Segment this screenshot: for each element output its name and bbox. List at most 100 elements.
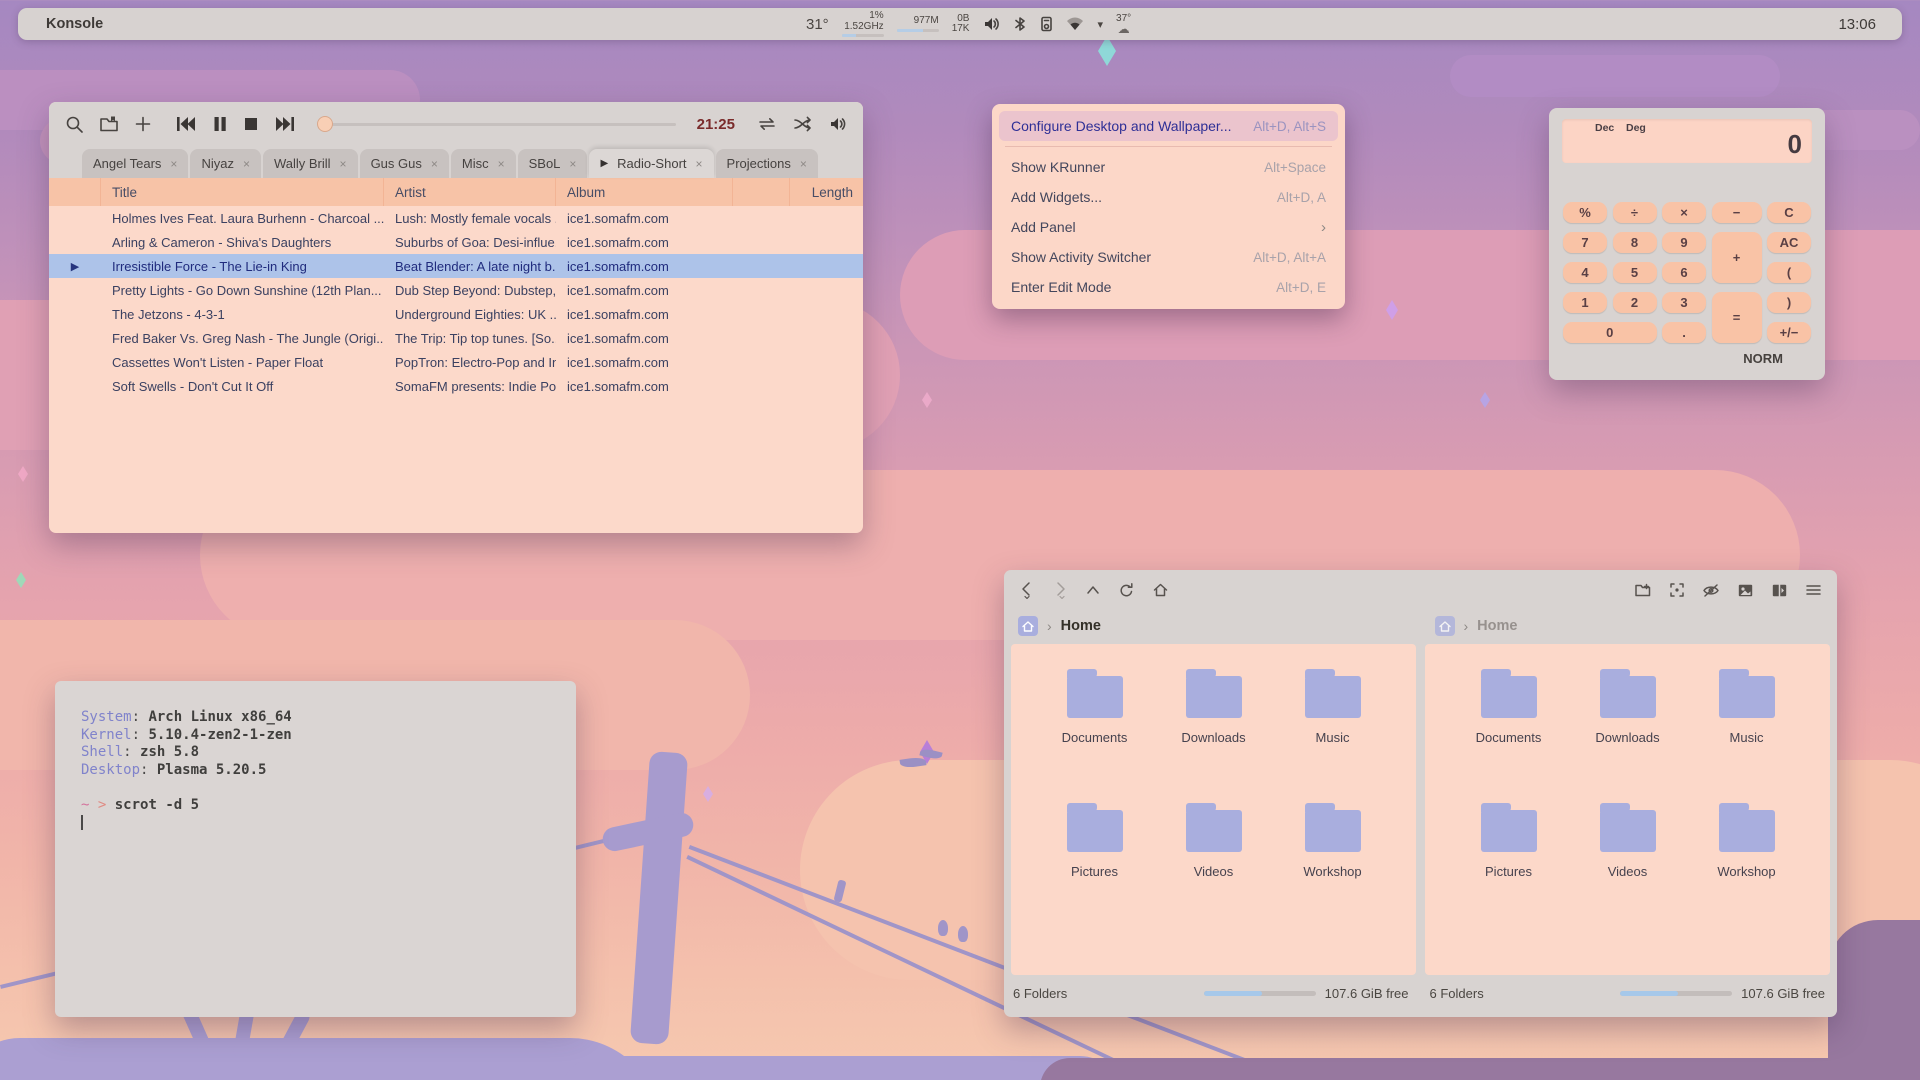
digit-0-button[interactable]: 0 xyxy=(1563,322,1657,343)
forward-icon[interactable] xyxy=(1052,581,1068,599)
clock[interactable]: 13:06 xyxy=(1838,16,1876,33)
track-row[interactable]: Holmes Ives Feat. Laura Burhenn - Charco… xyxy=(49,206,863,230)
tab-gus-gus[interactable]: Gus Gus× xyxy=(360,149,449,178)
column-header-lead[interactable] xyxy=(49,178,101,206)
folder-music[interactable]: Music xyxy=(1273,666,1392,776)
track-row-selected[interactable]: ▶ Irresistible Force - The Lie-in KingBe… xyxy=(49,254,863,278)
track-row[interactable]: Fred Baker Vs. Greg Nash - The Jungle (O… xyxy=(49,326,863,350)
column-header-blank[interactable] xyxy=(733,178,790,206)
menu-icon[interactable] xyxy=(1805,583,1822,597)
open-paren-button[interactable]: ( xyxy=(1767,262,1811,283)
folder-music[interactable]: Music xyxy=(1687,666,1806,776)
breadcrumb-left[interactable]: › Home xyxy=(1004,610,1421,642)
column-header-artist[interactable]: Artist xyxy=(384,178,556,206)
menu-item-add-panel[interactable]: Add Panel› xyxy=(999,212,1338,242)
network-monitor[interactable]: 0B 17K xyxy=(952,14,970,35)
plus-button[interactable]: + xyxy=(1712,232,1762,283)
home-icon[interactable] xyxy=(1152,582,1169,598)
tab-niyaz[interactable]: Niyaz× xyxy=(190,149,261,178)
cpu-monitor[interactable]: 1% 1.52GHz xyxy=(842,11,884,37)
folder-workshop[interactable]: Workshop xyxy=(1273,800,1392,910)
close-icon[interactable]: × xyxy=(243,157,250,171)
volume-icon[interactable] xyxy=(982,15,1000,33)
up-icon[interactable] xyxy=(1085,583,1101,597)
refresh-icon[interactable] xyxy=(1118,582,1135,599)
previous-track-icon[interactable] xyxy=(175,115,197,133)
equals-button[interactable]: = xyxy=(1712,292,1762,343)
folder-videos[interactable]: Videos xyxy=(1568,800,1687,910)
clear-button[interactable]: C xyxy=(1767,202,1811,223)
weather-widget[interactable]: 37° ☁ xyxy=(1116,14,1131,35)
shuffle-icon[interactable] xyxy=(793,116,813,132)
folder-downloads[interactable]: Downloads xyxy=(1568,666,1687,776)
volume-icon[interactable] xyxy=(828,115,847,133)
multiply-button[interactable]: × xyxy=(1662,202,1706,223)
breadcrumb-home-label[interactable]: Home xyxy=(1061,618,1101,634)
split-view-icon[interactable] xyxy=(1771,583,1788,598)
track-row[interactable]: Arling & Cameron - Shiva's DaughtersSubu… xyxy=(49,230,863,254)
next-track-icon[interactable] xyxy=(274,115,296,133)
wifi-icon[interactable] xyxy=(1066,17,1084,31)
close-icon[interactable]: × xyxy=(431,157,438,171)
pause-icon[interactable] xyxy=(212,115,228,133)
tab-misc[interactable]: Misc× xyxy=(451,149,516,178)
close-icon[interactable]: × xyxy=(696,157,703,171)
preview-icon[interactable] xyxy=(1737,583,1754,598)
bluetooth-icon[interactable] xyxy=(1013,16,1027,32)
digit-9-button[interactable]: 9 xyxy=(1662,232,1706,253)
folder-pictures[interactable]: Pictures xyxy=(1449,800,1568,910)
minus-button[interactable]: − xyxy=(1712,202,1762,223)
decimal-button[interactable]: . xyxy=(1662,322,1706,343)
cpu-temp-label[interactable]: 31° xyxy=(806,16,829,33)
seek-slider[interactable] xyxy=(317,116,676,132)
track-row[interactable]: Cassettes Won't Listen - Paper FloatPopT… xyxy=(49,350,863,374)
tab-projections[interactable]: Projections× xyxy=(716,149,818,178)
close-icon[interactable]: × xyxy=(498,157,505,171)
sign-button[interactable]: +/− xyxy=(1767,322,1811,343)
folder-pictures[interactable]: Pictures xyxy=(1035,800,1154,910)
repeat-icon[interactable] xyxy=(756,116,778,132)
folder-videos[interactable]: Videos xyxy=(1154,800,1273,910)
menu-item-configure-desktop[interactable]: Configure Desktop and Wallpaper...Alt+D,… xyxy=(999,111,1338,141)
tray-expander-icon[interactable]: ▾ xyxy=(1097,18,1103,31)
folder-documents[interactable]: Documents xyxy=(1449,666,1568,776)
digit-8-button[interactable]: 8 xyxy=(1613,232,1657,253)
menu-item-enter-edit-mode[interactable]: Enter Edit ModeAlt+D, E xyxy=(999,272,1338,302)
close-icon[interactable]: × xyxy=(340,157,347,171)
tab-angel-tears[interactable]: Angel Tears× xyxy=(82,149,188,178)
digit-6-button[interactable]: 6 xyxy=(1662,262,1706,283)
column-header-length[interactable]: Length xyxy=(790,178,863,206)
search-icon[interactable] xyxy=(65,115,84,134)
close-paren-button[interactable]: ) xyxy=(1767,292,1811,313)
stop-icon[interactable] xyxy=(243,115,259,133)
places-home-icon[interactable] xyxy=(1435,616,1455,636)
new-folder-icon[interactable] xyxy=(1634,582,1652,598)
select-mode-icon[interactable] xyxy=(1669,582,1685,598)
digit-7-button[interactable]: 7 xyxy=(1563,232,1607,253)
close-icon[interactable]: × xyxy=(800,157,807,171)
places-home-icon[interactable] xyxy=(1018,616,1038,636)
menu-item-show-krunner[interactable]: Show KRunnerAlt+Space xyxy=(999,152,1338,182)
hidden-files-icon[interactable] xyxy=(1702,583,1720,598)
folder-workshop[interactable]: Workshop xyxy=(1687,800,1806,910)
add-icon[interactable] xyxy=(134,115,152,133)
track-row[interactable]: The Jetzons - 4-3-1Underground Eighties:… xyxy=(49,302,863,326)
column-header-title[interactable]: Title xyxy=(101,178,384,206)
menu-item-show-activity-switcher[interactable]: Show Activity SwitcherAlt+D, Alt+A xyxy=(999,242,1338,272)
folder-documents[interactable]: Documents xyxy=(1035,666,1154,776)
breadcrumb-right[interactable]: › Home xyxy=(1421,610,1838,642)
terminal-window[interactable]: System: Arch Linux x86_64 Kernel: 5.10.4… xyxy=(55,681,576,1017)
close-icon[interactable]: × xyxy=(170,157,177,171)
tab-wally-brill[interactable]: Wally Brill× xyxy=(263,149,358,178)
media-device-icon[interactable] xyxy=(1040,16,1053,32)
menu-item-add-widgets[interactable]: Add Widgets...Alt+D, A xyxy=(999,182,1338,212)
column-header-album[interactable]: Album xyxy=(556,178,733,206)
tab-sbol[interactable]: SBoL× xyxy=(518,149,588,178)
track-row[interactable]: Soft Swells - Don't Cut It OffSomaFM pre… xyxy=(49,374,863,398)
breadcrumb-home-label[interactable]: Home xyxy=(1477,618,1517,634)
open-folder-icon[interactable] xyxy=(99,115,119,133)
digit-5-button[interactable]: 5 xyxy=(1613,262,1657,283)
back-icon[interactable] xyxy=(1019,581,1035,599)
seek-handle[interactable] xyxy=(317,116,333,132)
percent-button[interactable]: % xyxy=(1563,202,1607,223)
